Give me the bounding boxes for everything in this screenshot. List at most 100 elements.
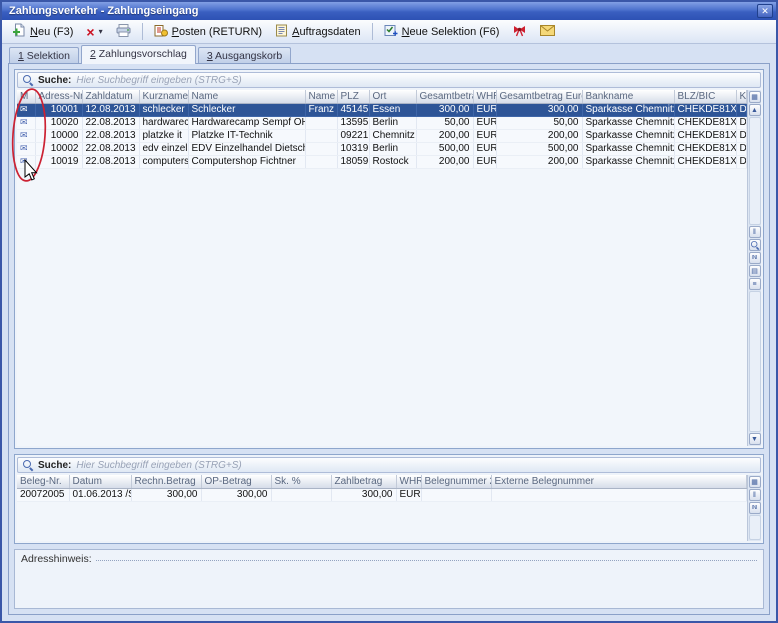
cell: EUR: [473, 103, 496, 116]
cell: 300,00: [416, 103, 473, 116]
column-header[interactable]: Gesamtbetrag: [416, 90, 473, 103]
tab-ausgangskorb[interactable]: 3 Ausgangskorb: [198, 47, 291, 63]
pause-icon[interactable]: ‖: [749, 226, 761, 238]
envelope-icon: ✉: [20, 117, 28, 127]
cell: 22.08.2013: [82, 116, 139, 129]
table-row[interactable]: ✉1000112.08.2013schleckerSchleckerFranz4…: [17, 103, 747, 116]
ini-settings-icon[interactable]: INI: [749, 502, 761, 514]
cell: Sparkasse Chemnitz: [582, 116, 674, 129]
column-header[interactable]: M: [17, 90, 35, 103]
tab-selektion[interactable]: 1 Selektion: [9, 47, 79, 63]
cell: 45145: [337, 103, 369, 116]
column-header[interactable]: Zahlbetrag: [331, 475, 396, 488]
cell: 09221: [337, 129, 369, 142]
cell: 300,00: [131, 488, 201, 501]
tab-strip: 1 Selektion 2 Zahlungsvorschlag 3 Ausgan…: [2, 44, 776, 63]
column-chooser-icon[interactable]: ▦: [749, 476, 761, 488]
cell: Computershop Fichtner: [188, 155, 305, 168]
column-header[interactable]: BLZ/BIC: [674, 90, 736, 103]
selection-icon: [384, 24, 398, 40]
cell: [421, 488, 491, 501]
toolbar-separator: [372, 23, 373, 40]
scroll-down-button[interactable]: ▼: [749, 433, 761, 445]
column-header[interactable]: Beleg-Nr.: [17, 475, 69, 488]
cell: 01.06.2013 /Sa: [69, 488, 131, 501]
column-header[interactable]: Adress-Nr.: [35, 90, 82, 103]
detail-search-input[interactable]: [76, 459, 755, 471]
scrollbar-track[interactable]: [749, 117, 761, 225]
list-icon[interactable]: ≡: [749, 278, 761, 290]
cell: DE628: [736, 155, 747, 168]
column-header[interactable]: Belegnummer 2: [421, 475, 491, 488]
table-row[interactable]: ✉1001922.08.2013computershComputershop F…: [17, 155, 747, 168]
new-selection-button[interactable]: Neue Selektion (F6): [378, 22, 506, 42]
groupbox-line: [96, 560, 757, 561]
cell: platzke it: [139, 129, 188, 142]
cell: [305, 142, 337, 155]
scrollbar-track[interactable]: [749, 515, 761, 540]
column-header[interactable]: Bankname: [582, 90, 674, 103]
form-icon: [275, 24, 288, 40]
column-header[interactable]: WHR: [396, 475, 421, 488]
column-header[interactable]: Name: [188, 90, 305, 103]
document-icon[interactable]: ▤: [749, 265, 761, 277]
column-header[interactable]: Name 2: [305, 90, 337, 103]
column-header[interactable]: Ort: [369, 90, 416, 103]
table-row[interactable]: ✉1000222.08.2013edv einzelEDV Einzelhand…: [17, 142, 747, 155]
cell: Franz: [305, 103, 337, 116]
posten-button[interactable]: Posten (RETURN): [148, 22, 268, 42]
table-row[interactable]: 2007200501.06.2013 /Sa300,00300,00300,00…: [17, 488, 747, 501]
cell: 500,00: [496, 142, 582, 155]
cell: 200,00: [496, 155, 582, 168]
table-row[interactable]: ✉1002022.08.2013hardwarecaHardwarecamp S…: [17, 116, 747, 129]
column-header[interactable]: Externe Belegnummer: [491, 475, 747, 488]
ini-settings-icon[interactable]: INI: [749, 252, 761, 264]
column-header[interactable]: PLZ: [337, 90, 369, 103]
column-header[interactable]: WHR: [473, 90, 496, 103]
close-button[interactable]: ✕: [757, 4, 773, 18]
payment-proposal-panel: Suche: MAdress-Nr.ZahldatumKurznameNameN…: [14, 69, 764, 449]
title-bar[interactable]: Zahlungsverkehr - Zahlungseingang ✕: [2, 2, 776, 20]
row-type-cell: ✉: [17, 155, 35, 168]
column-header[interactable]: Zahldatum: [82, 90, 139, 103]
column-header[interactable]: Kurzname: [139, 90, 188, 103]
auftragsdaten-button[interactable]: Auftragsdaten: [269, 22, 367, 42]
posten-button-label: Posten (RETURN): [172, 26, 262, 38]
column-header[interactable]: Sk. %: [271, 475, 331, 488]
cell: 20072005: [17, 488, 69, 501]
cell: [491, 488, 747, 501]
cell: EUR: [473, 116, 496, 129]
column-header[interactable]: Rechn.Betrag: [131, 475, 201, 488]
table-row[interactable]: ✉1000022.08.2013platzke itPlatzke IT-Tec…: [17, 129, 747, 142]
column-header[interactable]: Datum: [69, 475, 131, 488]
column-header[interactable]: Gesamtbetrag Euro: [496, 90, 582, 103]
print-button[interactable]: [110, 22, 137, 42]
zoom-icon[interactable]: [749, 239, 761, 251]
window-title: Zahlungsverkehr - Zahlungseingang: [9, 5, 757, 17]
row-type-cell: ✉: [17, 103, 35, 116]
new-button[interactable]: Neu (F3): [6, 22, 79, 42]
ribbon-button[interactable]: [506, 22, 533, 42]
scrollbar-track[interactable]: [749, 291, 761, 432]
column-header[interactable]: Konto: [736, 90, 747, 103]
main-grid-area: MAdress-Nr.ZahldatumKurznameNameName 2PL…: [17, 90, 747, 446]
cell: DE628: [736, 129, 747, 142]
main-search-input[interactable]: [76, 74, 755, 86]
address-hint-label: Adresshinweis:: [21, 553, 92, 565]
pause-icon[interactable]: ‖: [749, 489, 761, 501]
column-chooser-icon[interactable]: ▦: [749, 91, 761, 103]
cell: [305, 129, 337, 142]
column-header[interactable]: OP-Betrag: [201, 475, 271, 488]
cell: computersh: [139, 155, 188, 168]
delete-button[interactable]: × ▾: [80, 22, 108, 42]
tab-zahlungsvorschlag[interactable]: 2 Zahlungsvorschlag: [81, 45, 196, 64]
cell: [271, 488, 331, 501]
cell: DE718: [736, 103, 747, 116]
new-selection-button-label: Neue Selektion (F6): [402, 26, 500, 38]
cell: Chemnitz: [369, 129, 416, 142]
detail-grid-area: Beleg-Nr.DatumRechn.BetragOP-BetragSk. %…: [17, 475, 747, 541]
cell: Rostock: [369, 155, 416, 168]
cell: CHEKDE81XXX: [674, 142, 736, 155]
mail-button[interactable]: [534, 22, 561, 42]
scroll-up-button[interactable]: ▲: [749, 104, 761, 116]
